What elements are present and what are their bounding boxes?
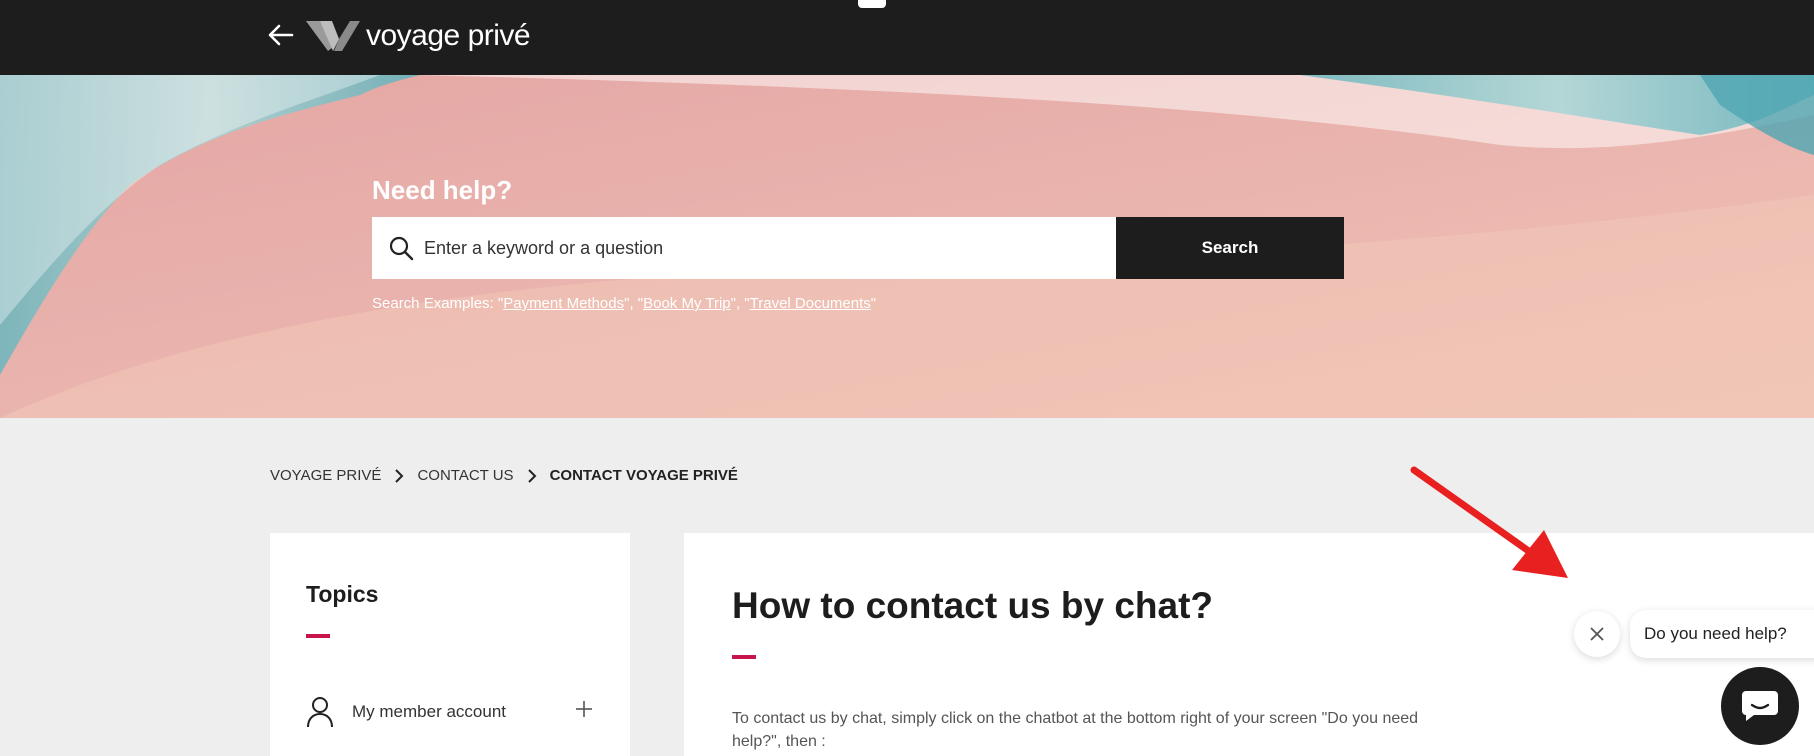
article-title: How to contact us by chat? <box>732 585 1214 626</box>
chat-launcher-button[interactable] <box>1721 667 1799 745</box>
examples-prefix: Search Examples: " <box>372 295 504 312</box>
user-icon <box>307 697 333 728</box>
breadcrumb-item-current: CONTACT VOYAGE PRIVÉ <box>549 467 738 484</box>
examples-separator: ", " <box>730 295 750 312</box>
chevron-right-icon <box>527 468 536 483</box>
search-examples: Search Examples: "Payment Methods", "Boo… <box>372 295 876 312</box>
article-body: To contact us by chat, simply click on t… <box>732 710 1419 750</box>
topic-item-my-member-account[interactable]: My member account <box>306 695 596 729</box>
example-link-book-my-trip[interactable]: Book My Trip <box>643 295 731 312</box>
chevron-right-icon <box>395 468 404 483</box>
plus-icon[interactable] <box>572 697 596 721</box>
chat-icon <box>1742 691 1778 721</box>
chat-close-button[interactable] <box>1574 611 1620 657</box>
voyage-prive-logo[interactable]: voyage privé <box>306 18 531 54</box>
chat-prompt-bubble[interactable]: Do you need help? <box>1630 610 1814 658</box>
annotation-arrow-icon <box>1410 466 1568 578</box>
search-button[interactable]: Search <box>1116 217 1344 279</box>
logo-v-mark-icon <box>306 21 360 51</box>
search-icon <box>389 236 414 261</box>
top-navigation-bar: voyage privé <box>0 0 1814 75</box>
article-accent-line <box>732 655 756 659</box>
breadcrumb: VOYAGE PRIVÉ CONTACT US CONTACT VOYAGE P… <box>270 467 738 484</box>
topics-sidebar: Topics My member account <box>270 533 630 756</box>
top-tab-handle[interactable] <box>858 0 886 8</box>
examples-separator: ", " <box>624 295 644 312</box>
search-input[interactable] <box>424 237 1104 259</box>
back-button[interactable] <box>266 20 296 50</box>
examples-suffix: " <box>870 295 877 312</box>
logo-text: voyage privé <box>366 19 531 52</box>
topics-title: Topics <box>306 581 379 607</box>
breadcrumb-item-contact-us[interactable]: CONTACT US <box>417 467 513 484</box>
hero-heading: Need help? <box>372 175 513 205</box>
topic-label: My member account <box>352 702 506 721</box>
search-box <box>372 217 1116 279</box>
topics-accent-line <box>306 634 330 638</box>
example-link-payment-methods[interactable]: Payment Methods <box>503 295 624 312</box>
breadcrumb-item-home[interactable]: VOYAGE PRIVÉ <box>270 467 381 484</box>
example-link-travel-documents[interactable]: Travel Documents <box>750 295 871 312</box>
close-icon <box>1590 627 1604 641</box>
arrow-left-icon <box>268 24 294 46</box>
